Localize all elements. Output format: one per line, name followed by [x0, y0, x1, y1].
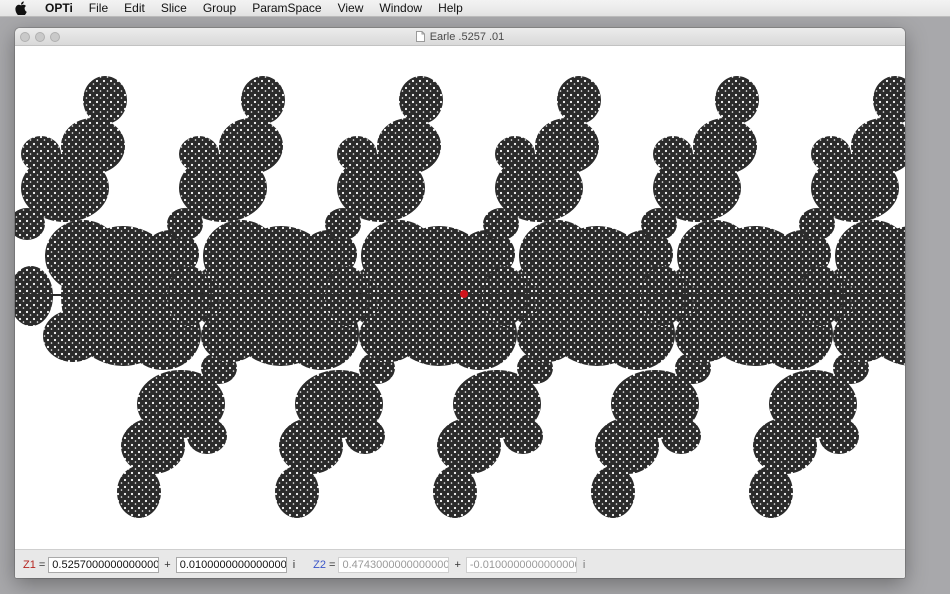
z1-equals: =	[38, 558, 46, 571]
menu-window[interactable]: Window	[371, 0, 430, 16]
junction-node	[680, 293, 684, 297]
apple-logo-icon[interactable]	[13, 0, 29, 16]
title-bar[interactable]: Earle .5257 .01	[15, 28, 905, 46]
junction-node	[522, 293, 526, 297]
window-title-text: Earle .5257 .01	[429, 30, 505, 43]
window-title: Earle .5257 .01	[15, 28, 905, 45]
z1-imag-unit: i	[292, 558, 296, 571]
menu-help[interactable]: Help	[430, 0, 471, 16]
z2-label: Z2	[313, 558, 327, 571]
z1-label: Z1	[23, 558, 36, 571]
fixed-point-marker[interactable]	[460, 290, 468, 298]
junction-node	[357, 292, 363, 298]
fractal-image[interactable]	[15, 46, 905, 549]
menu-slice[interactable]: Slice	[153, 0, 195, 16]
junction-node	[510, 293, 514, 297]
menu-view[interactable]: View	[330, 0, 372, 16]
parameter-bar: Z1 = 0.5257000000000000 + 0.010000000000…	[15, 549, 905, 578]
menu-bar: OPTi File Edit Slice Group ParamSpace Vi…	[0, 0, 950, 17]
z2-imag-field: -0.0100000000000000	[465, 556, 577, 573]
junction-node	[199, 292, 205, 298]
z2-equals: =	[329, 558, 336, 571]
menu-group[interactable]: Group	[195, 0, 244, 16]
junction-node	[831, 292, 837, 298]
junction-node	[668, 293, 672, 297]
menu-paramspace[interactable]: ParamSpace	[244, 0, 329, 16]
z1-plus: +	[164, 558, 171, 571]
junction-node	[364, 293, 368, 297]
z2-plus: +	[454, 558, 461, 571]
document-icon	[415, 31, 425, 42]
z1-real-field[interactable]: 0.5257000000000000	[48, 556, 160, 573]
menu-edit[interactable]: Edit	[116, 0, 153, 16]
junction-node	[838, 293, 842, 297]
junction-node	[352, 293, 356, 297]
document-window: Earle .5257 .01 Z1 = 0.5257000000000000 …	[15, 28, 905, 578]
junction-node	[194, 293, 198, 297]
z1-imag-field[interactable]: 0.0100000000000000	[175, 556, 287, 573]
menu-file[interactable]: File	[81, 0, 116, 16]
junction-node	[515, 292, 521, 298]
junction-node	[206, 293, 210, 297]
fractal-canvas[interactable]	[15, 46, 905, 549]
z2-real-field: 0.4743000000000000	[338, 556, 450, 573]
menu-app-opti[interactable]: OPTi	[39, 0, 81, 16]
junction-node	[673, 292, 679, 298]
junction-node	[826, 293, 830, 297]
z2-imag-unit: i	[582, 558, 586, 571]
